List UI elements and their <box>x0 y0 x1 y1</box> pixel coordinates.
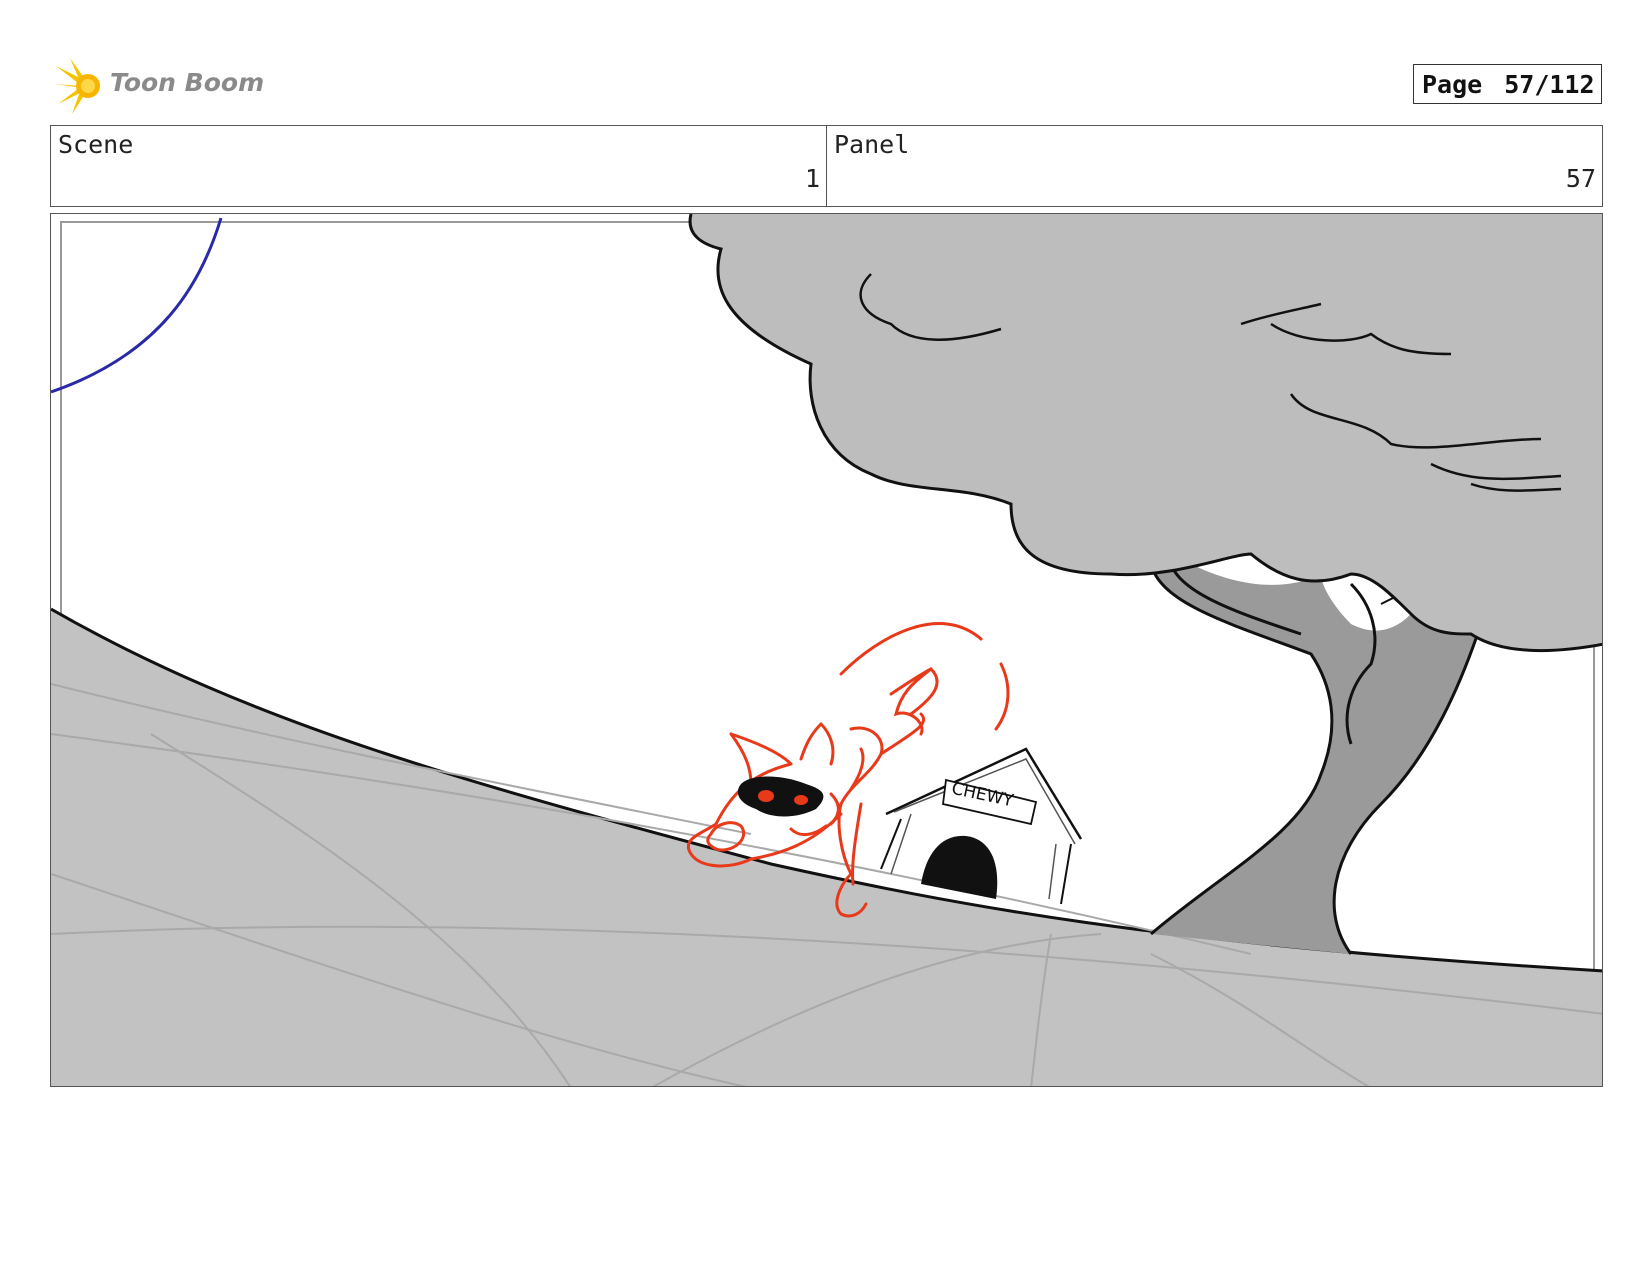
tree-canopy <box>688 214 1602 653</box>
scene-value: 1 <box>804 164 820 193</box>
toon-boom-logo: Toon Boom <box>54 58 264 114</box>
doghouse: CHEWY <box>880 747 1083 905</box>
dog-mask <box>737 776 824 817</box>
page-value: 57/112 <box>1504 69 1595 99</box>
panel-drawing: CHEWY <box>51 214 1602 1086</box>
logo-text: Toon Boom <box>110 68 265 97</box>
scene-cell: Scene 1 <box>51 126 826 206</box>
panel-label: Panel <box>834 130 910 159</box>
panel-value: 57 <box>1565 164 1596 193</box>
panel-cell: Panel 57 <box>826 126 1602 206</box>
page-label: Page <box>1422 69 1483 99</box>
sky-arc <box>51 217 223 394</box>
scene-label: Scene <box>58 130 134 159</box>
scene-panel-info: Scene 1 Panel 57 <box>50 125 1603 207</box>
page-indicator: Page 57/112 <box>1413 64 1602 104</box>
storyboard-panel: CHEWY <box>50 213 1603 1087</box>
starburst-icon <box>54 58 100 114</box>
